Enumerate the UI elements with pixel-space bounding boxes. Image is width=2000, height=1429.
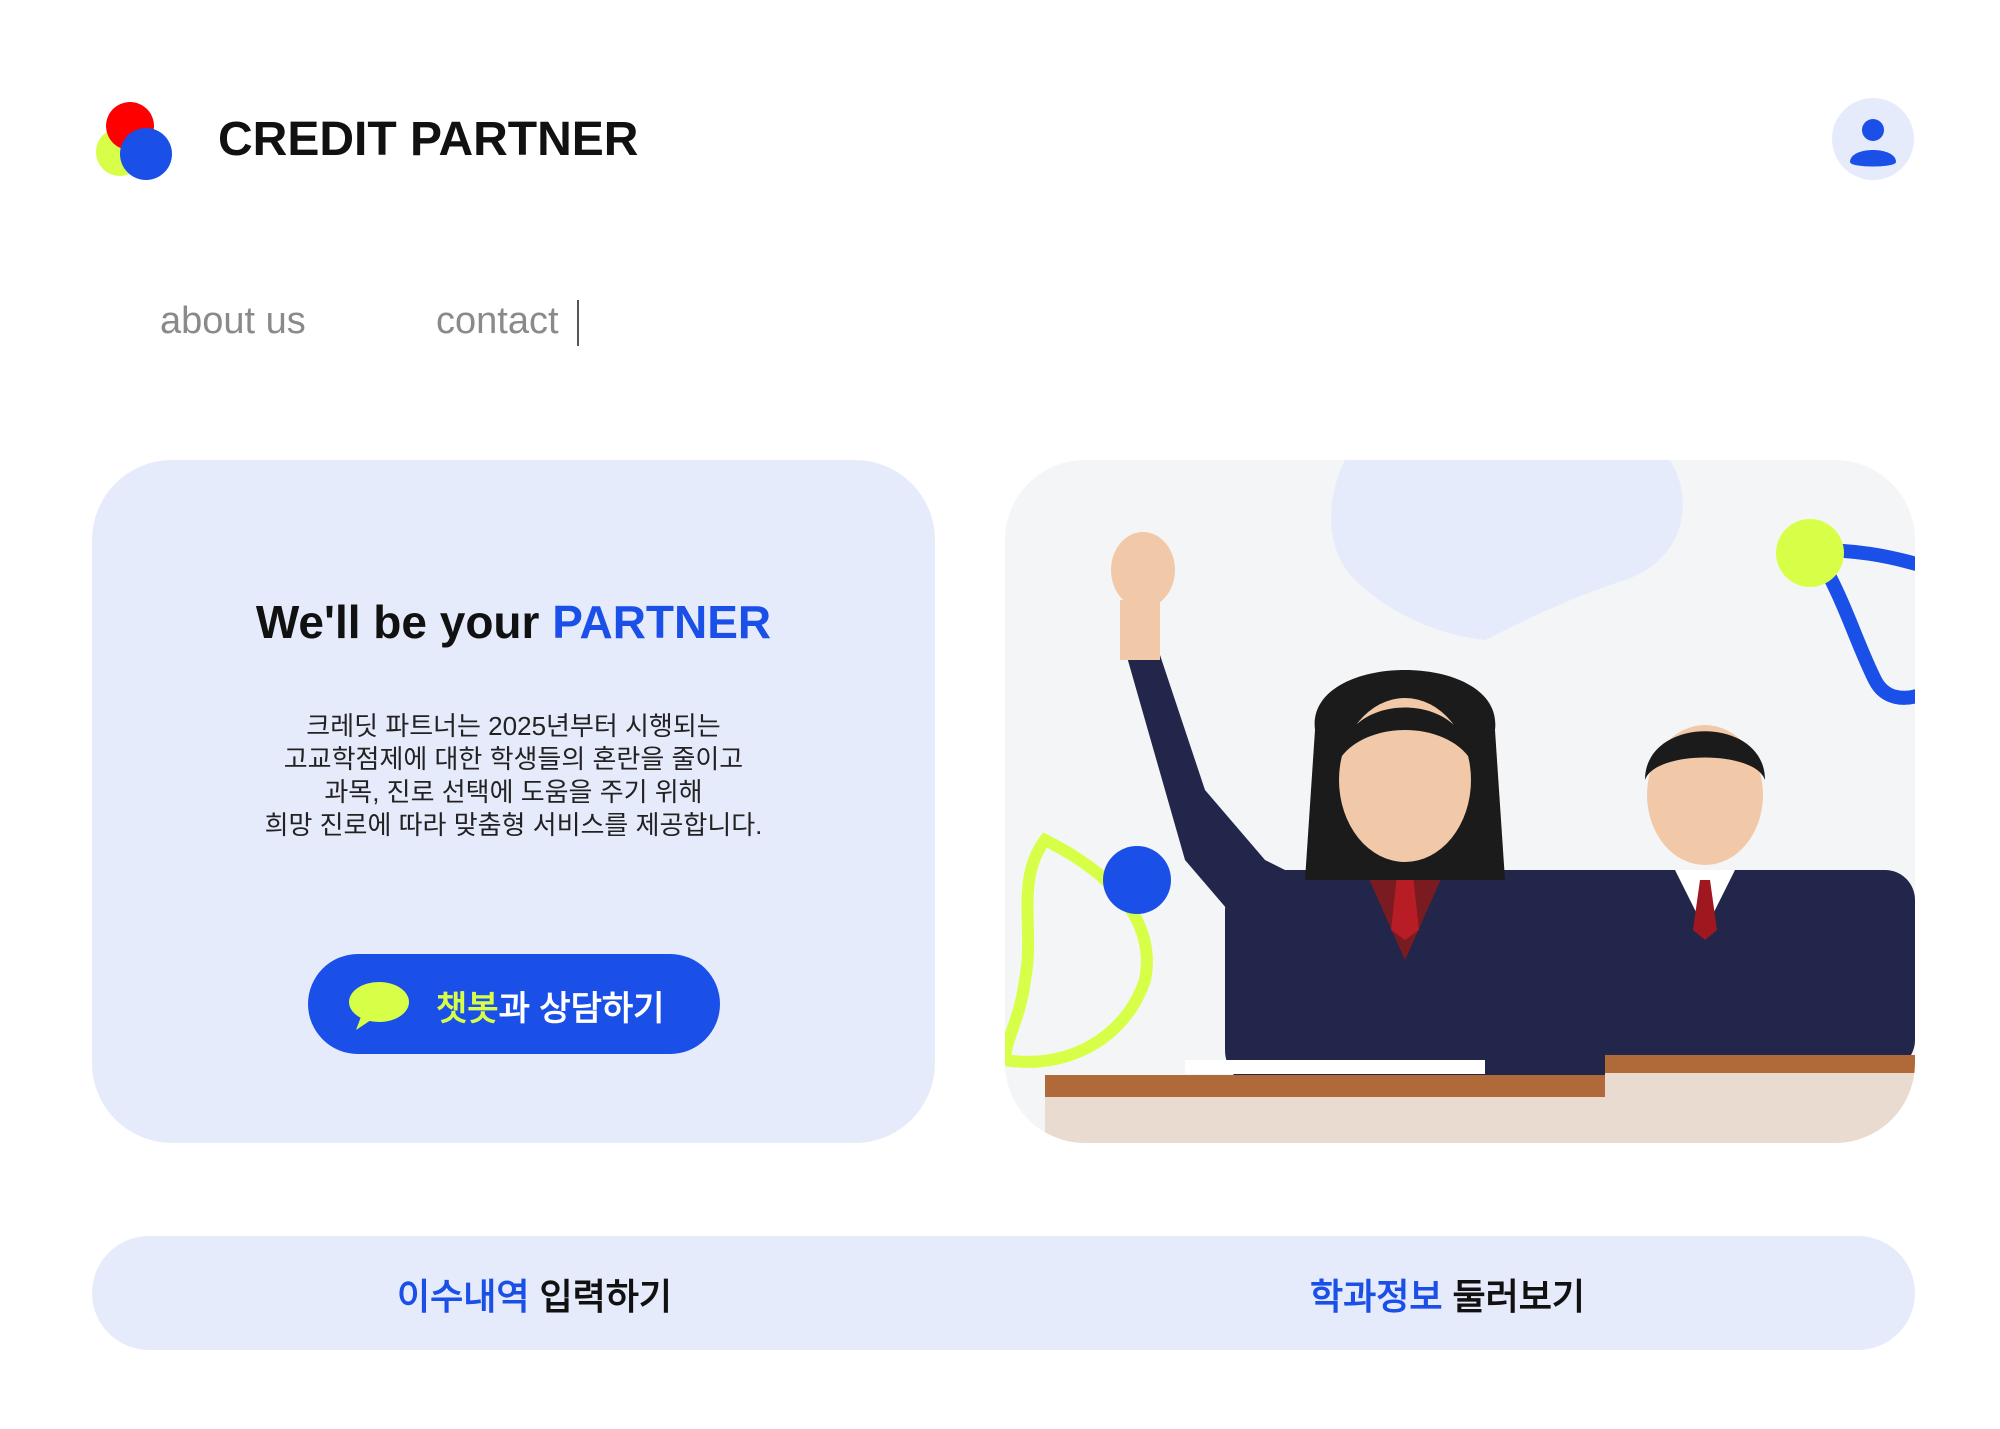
user-icon <box>1850 119 1896 167</box>
course-history-rest: 입력하기 <box>529 1276 672 1317</box>
bottom-nav-bar: 이수내역 입력하기 학과정보 둘러보기 <box>92 1236 1915 1350</box>
brand-title[interactable]: CREDIT PARTNER <box>218 112 638 167</box>
desk <box>1045 1075 1605 1097</box>
nav-contact[interactable]: contact <box>436 300 559 343</box>
department-info-link[interactable]: 학과정보 둘러보기 <box>1310 1268 1585 1320</box>
nav-about-us[interactable]: about us <box>160 300 306 343</box>
hero-description-line: 고교학점제에 대한 학생들의 혼란을 줄이고 <box>283 744 744 774</box>
user-profile-button[interactable] <box>1832 98 1914 180</box>
hero-description-line: 크레딧 파트너는 2025년부터 시행되는 <box>306 711 721 741</box>
hero-card: We'll be your PARTNER 크레딧 파트너는 2025년부터 시… <box>92 460 935 1143</box>
speech-bubble-icon <box>349 982 409 1030</box>
hero-description-line: 희망 진로에 따라 맞춤형 서비스를 제공합니다. <box>264 810 763 840</box>
logo-icon[interactable] <box>92 100 172 182</box>
decorative-blue-dot <box>1103 846 1171 914</box>
decorative-lime-circle <box>1776 519 1844 587</box>
department-info-rest: 둘러보기 <box>1442 1276 1585 1317</box>
hero-description: 크레딧 파트너는 2025년부터 시행되는 고교학점제에 대한 학생들의 혼란을… <box>92 710 935 842</box>
page: CREDIT PARTNER about us contact We'll be… <box>0 0 2000 1429</box>
hero-title-accent: PARTNER <box>552 596 772 648</box>
chatbot-button-label: 챗봇과 상담하기 <box>436 981 664 1030</box>
students-illustration <box>1005 460 1915 1143</box>
chatbot-label-highlight: 챗봇 <box>436 990 499 1028</box>
text-cursor <box>577 300 579 346</box>
chatbot-consult-button[interactable]: 챗봇과 상담하기 <box>308 954 720 1054</box>
hero-title: We'll be your PARTNER <box>92 595 935 649</box>
chatbot-label-rest: 과 상담하기 <box>498 990 665 1028</box>
students-photo <box>1005 460 1915 1143</box>
course-history-link[interactable]: 이수내역 입력하기 <box>397 1268 672 1320</box>
hero-title-prefix: We'll be your <box>255 596 553 648</box>
course-history-highlight: 이수내역 <box>397 1276 530 1317</box>
hero-description-line: 과목, 진로 선택에 도움을 주기 위해 <box>324 777 703 807</box>
department-info-highlight: 학과정보 <box>1310 1276 1443 1317</box>
